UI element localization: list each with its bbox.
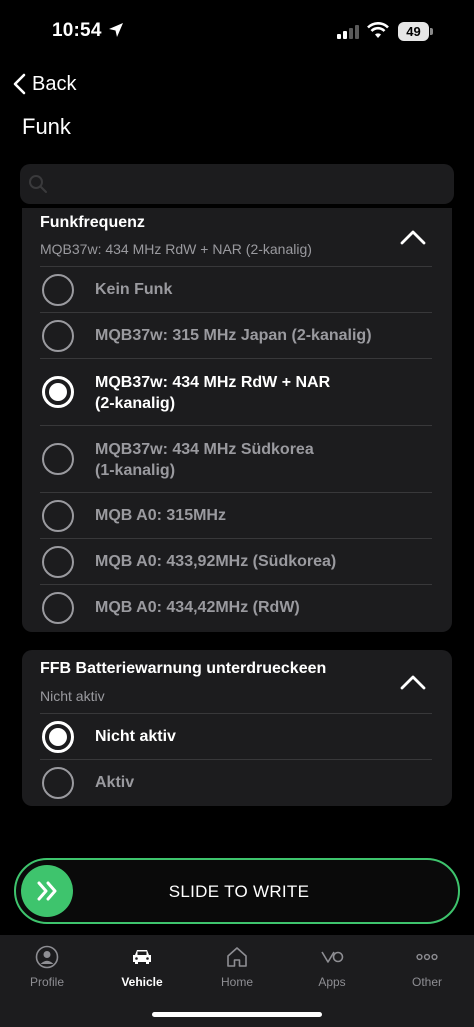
tab-profile[interactable]: Profile	[0, 935, 94, 1005]
radio-button[interactable]	[42, 767, 74, 799]
back-label: Back	[32, 72, 77, 95]
tab-vehicle[interactable]: Vehicle	[95, 935, 189, 1005]
status-bar: 10:54 49	[0, 0, 474, 62]
slide-to-write-button[interactable]: SLIDE TO WRITE	[14, 858, 460, 924]
radio-option[interactable]: MQB37w: 434 MHz RdW + NAR (2-kanalig)	[40, 358, 432, 425]
radio-option[interactable]: MQB A0: 434,42MHz (RdW)	[40, 584, 432, 630]
radio-option[interactable]: Aktiv	[40, 759, 432, 805]
radio-button-selected[interactable]	[42, 376, 74, 408]
tab-other[interactable]: Other	[380, 935, 474, 1005]
funkfrequenz-card: Funkfrequenz MQB37w: 434 MHz RdW + NAR (…	[22, 208, 452, 632]
option-label: Kein Funk	[95, 281, 173, 298]
tab-label: Home	[220, 975, 253, 989]
chevron-left-icon	[13, 73, 26, 95]
car-icon	[133, 950, 151, 964]
section-title: FFB Batteriewarnung unterdrueckeen	[40, 660, 327, 677]
radio-option[interactable]: MQB A0: 315MHz	[40, 492, 432, 538]
location-arrow-icon	[109, 23, 123, 37]
radio-button[interactable]	[42, 500, 74, 532]
ffb-batteriewarnung-card: FFB Batteriewarnung unterdrueckeen Nicht…	[22, 650, 452, 806]
apps-icon	[321, 951, 344, 963]
search-input[interactable]	[20, 164, 454, 204]
battery-level: 49	[398, 22, 429, 41]
tab-bar: Profile Vehicle Home Apps Other	[0, 935, 474, 1027]
radio-button-selected[interactable]	[42, 721, 74, 753]
battery-icon: 49	[398, 22, 433, 41]
radio-option[interactable]: Nicht aktiv	[40, 713, 432, 759]
option-label: MQB37w: 434 MHz Südkorea (1-kanalig)	[95, 441, 314, 479]
option-label: MQB37w: 315 MHz Japan (2-kanalig)	[95, 327, 372, 344]
option-label: MQB37w: 434 MHz RdW + NAR (2-kanalig)	[95, 374, 331, 412]
radio-option[interactable]: MQB37w: 315 MHz Japan (2-kanalig)	[40, 312, 432, 358]
radio-button[interactable]	[42, 320, 74, 352]
radio-button[interactable]	[42, 274, 74, 306]
home-icon	[227, 947, 247, 967]
tab-label: Profile	[29, 975, 64, 989]
slide-label: SLIDE TO WRITE	[168, 882, 310, 901]
radio-button[interactable]	[42, 592, 74, 624]
option-label: Aktiv	[95, 774, 135, 791]
tab-label: Apps	[318, 975, 346, 989]
radio-button[interactable]	[42, 443, 74, 475]
radio-option[interactable]: MQB37w: 434 MHz Südkorea (1-kanalig)	[40, 425, 432, 492]
chevron-up-icon[interactable]	[400, 674, 426, 690]
section-subtitle: Nicht aktiv	[40, 688, 105, 704]
tab-label: Vehicle	[121, 975, 163, 989]
radio-option[interactable]: MQB A0: 433,92MHz (Südkorea)	[40, 538, 432, 584]
tab-apps[interactable]: Apps	[285, 935, 379, 1005]
radio-button[interactable]	[42, 546, 74, 578]
section-subtitle: MQB37w: 434 MHz RdW + NAR (2-kanalig)	[40, 241, 312, 257]
option-label: MQB A0: 315MHz	[95, 507, 226, 524]
section-title: Funkfrequenz	[40, 214, 145, 231]
option-label: MQB A0: 434,42MHz (RdW)	[95, 599, 300, 616]
cellular-signal-icon	[337, 25, 362, 39]
more-icon	[416, 953, 438, 961]
back-button[interactable]: Back	[12, 70, 76, 98]
radio-option[interactable]: Kein Funk	[40, 266, 432, 312]
home-indicator	[152, 1012, 322, 1017]
wifi-icon	[367, 22, 389, 38]
option-label: Nicht aktiv	[95, 728, 176, 745]
profile-icon	[35, 945, 59, 969]
chevron-up-icon[interactable]	[400, 229, 426, 245]
status-time: 10:54	[52, 20, 102, 41]
page-title: Funk	[22, 114, 71, 139]
option-label: MQB A0: 433,92MHz (Südkorea)	[95, 553, 337, 570]
tab-home[interactable]: Home	[190, 935, 284, 1005]
tab-label: Other	[411, 975, 442, 989]
search-icon	[29, 175, 47, 193]
